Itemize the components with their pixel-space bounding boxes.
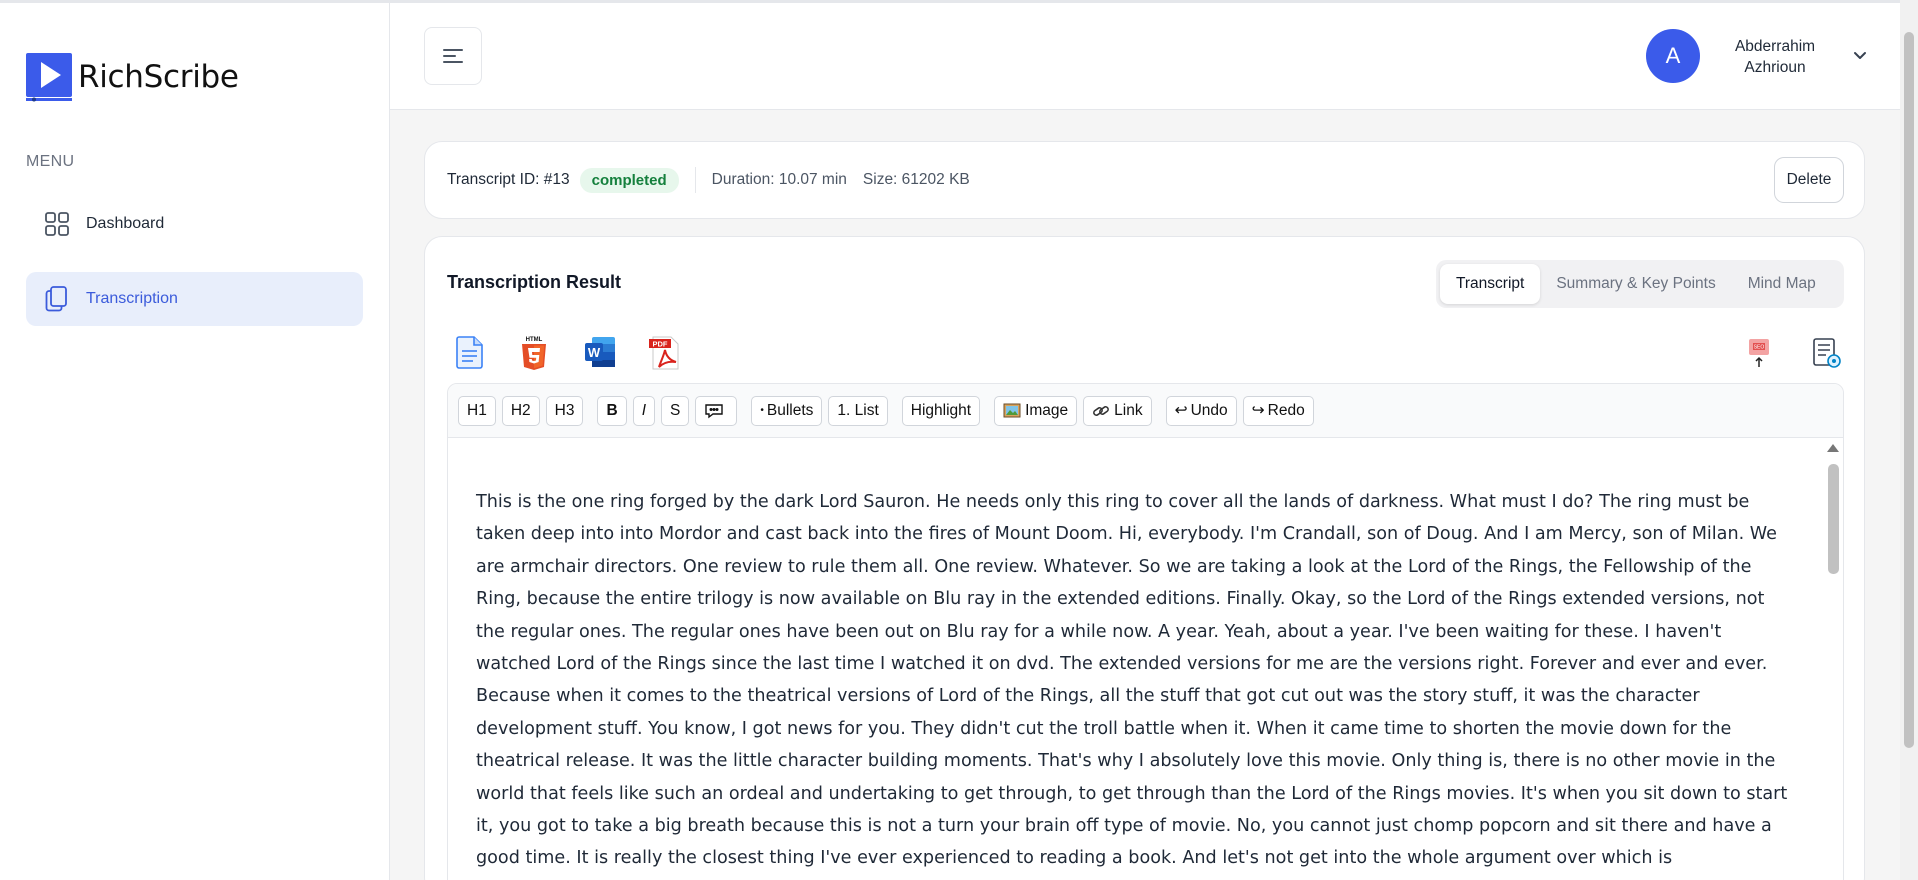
html5-icon[interactable]: HTML bbox=[519, 335, 551, 371]
editor-scrollbar-thumb[interactable] bbox=[1828, 464, 1839, 574]
comment-icon bbox=[705, 403, 724, 418]
bullet-icon: • bbox=[760, 405, 764, 416]
sidebar-item-label: Dashboard bbox=[86, 215, 165, 232]
svg-text:PDF: PDF bbox=[653, 340, 668, 349]
transcript-id: Transcript ID: #13 bbox=[447, 171, 570, 188]
page-scrollbar[interactable] bbox=[1900, 0, 1918, 880]
play-logo-icon bbox=[26, 53, 72, 102]
chevron-down-icon[interactable] bbox=[1852, 49, 1868, 67]
tab-transcript[interactable]: Transcript bbox=[1440, 264, 1541, 304]
heading-1-button[interactable]: H1 bbox=[458, 395, 496, 426]
comment-button[interactable] bbox=[695, 395, 738, 426]
logo[interactable]: RichScribe bbox=[26, 53, 239, 102]
scroll-up-icon[interactable] bbox=[1827, 444, 1839, 452]
delete-button[interactable]: Delete bbox=[1774, 157, 1844, 203]
transcription-result-card: Transcription Result Transcript Summary … bbox=[424, 236, 1865, 880]
redo-label: Redo bbox=[1267, 401, 1305, 419]
divider bbox=[694, 167, 696, 193]
heading-2-button[interactable]: H2 bbox=[501, 395, 540, 426]
link-button[interactable]: Link bbox=[1083, 395, 1152, 426]
svg-text:SEO: SEO bbox=[1754, 345, 1765, 351]
strikethrough-button[interactable]: S bbox=[661, 395, 690, 426]
document-actions: SEO bbox=[1746, 337, 1842, 374]
link-icon bbox=[1093, 405, 1110, 416]
sidebar-item-label: Transcription bbox=[86, 290, 178, 307]
tab-summary-key-points[interactable]: Summary & Key Points bbox=[1540, 264, 1731, 304]
tab-mind-map[interactable]: Mind Map bbox=[1732, 264, 1832, 304]
hamburger-icon bbox=[443, 49, 463, 63]
app-name: RichScribe bbox=[78, 59, 239, 95]
menu-label: MENU bbox=[26, 153, 75, 170]
status-badge: completed bbox=[579, 167, 679, 193]
transcript-info-card: Transcript ID: #13 completed Duration: 1… bbox=[424, 141, 1865, 219]
undo-icon: ↩ bbox=[1174, 402, 1188, 419]
sidebar-item-dashboard[interactable]: Dashboard bbox=[26, 197, 363, 251]
bold-button[interactable]: B bbox=[597, 395, 627, 426]
svg-text:W: W bbox=[588, 345, 601, 360]
pdf-icon[interactable]: PDF bbox=[647, 335, 679, 371]
export-icons: HTML W PDF bbox=[455, 335, 679, 371]
redo-icon: ↪ bbox=[1251, 402, 1265, 419]
image-label: Image bbox=[1025, 401, 1069, 419]
editor-scrollbar[interactable] bbox=[1823, 438, 1843, 880]
transcript-editor: H1 H2 H3 B I S • Bullets 1. List Highlig… bbox=[447, 383, 1844, 880]
avatar[interactable]: A bbox=[1646, 29, 1700, 83]
heading-3-button[interactable]: H3 bbox=[545, 395, 584, 426]
transcript-text[interactable]: This is the one ring forged by the dark … bbox=[448, 438, 1823, 880]
undo-label: Undo bbox=[1190, 401, 1228, 419]
copy-icon bbox=[44, 286, 70, 312]
sidebar: RichScribe MENU Dashboard Transcription bbox=[0, 0, 390, 880]
page-scrollbar-thumb[interactable] bbox=[1904, 32, 1914, 748]
result-tabs: Transcript Summary & Key Points Mind Map bbox=[1436, 260, 1844, 308]
document-settings-icon[interactable] bbox=[1812, 337, 1842, 374]
duration: Duration: 10.07 min bbox=[711, 171, 847, 188]
word-icon[interactable]: W bbox=[583, 335, 615, 371]
redo-button[interactable]: ↪ Redo bbox=[1242, 395, 1314, 426]
bullets-button[interactable]: • Bullets bbox=[751, 395, 823, 426]
image-icon bbox=[1003, 403, 1021, 418]
svg-text:HTML: HTML bbox=[526, 337, 543, 343]
sidebar-item-transcription[interactable]: Transcription bbox=[26, 272, 363, 326]
undo-button[interactable]: ↩ Undo bbox=[1165, 395, 1237, 426]
top-header: A Abderrahim Azhrioun bbox=[390, 0, 1900, 110]
link-label: Link bbox=[1114, 401, 1143, 419]
file-size: Size: 61202 KB bbox=[862, 171, 970, 188]
txt-file-icon[interactable] bbox=[455, 335, 487, 371]
seo-upload-icon[interactable]: SEO bbox=[1746, 337, 1772, 374]
editor-toolbar: H1 H2 H3 B I S • Bullets 1. List Highlig… bbox=[448, 384, 1843, 438]
user-name[interactable]: Abderrahim Azhrioun bbox=[1720, 36, 1830, 78]
italic-button[interactable]: I bbox=[632, 395, 655, 426]
bullets-label: Bullets bbox=[766, 401, 814, 419]
ordered-list-button[interactable]: 1. List bbox=[828, 395, 888, 426]
menu-toggle-button[interactable] bbox=[424, 27, 482, 85]
image-button[interactable]: Image bbox=[994, 395, 1078, 426]
grid-icon bbox=[44, 211, 70, 237]
result-title: Transcription Result bbox=[447, 272, 622, 292]
highlight-button[interactable]: Highlight bbox=[901, 395, 981, 426]
